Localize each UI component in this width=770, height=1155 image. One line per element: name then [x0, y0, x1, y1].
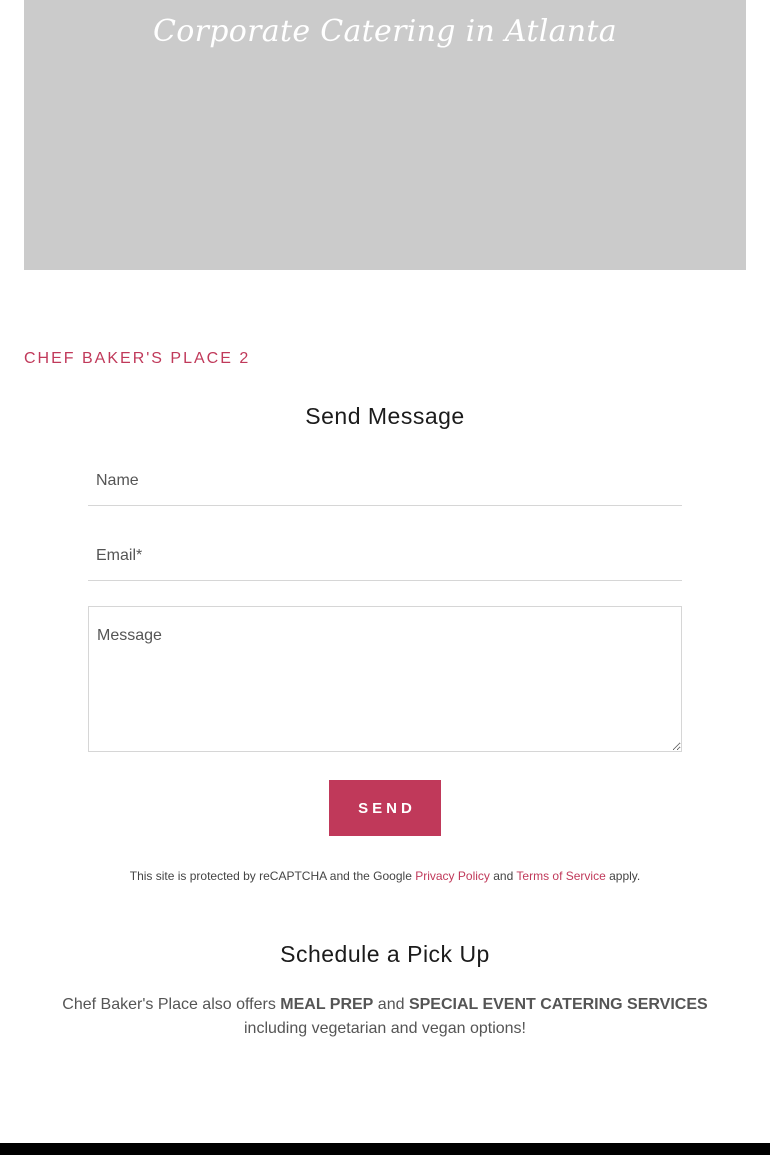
terms-of-service-link[interactable]: Terms of Service — [516, 869, 605, 883]
send-button[interactable]: SEND — [329, 780, 441, 836]
recaptcha-prefix: This site is protected by reCAPTCHA and … — [129, 869, 412, 883]
send-message-heading: Send Message — [305, 403, 465, 429]
pickup-description: Chef Baker's Place also offers MEAL PREP… — [60, 993, 710, 1041]
pickup-and: and — [377, 996, 405, 1013]
hero-title: Corporate Catering in Atlanta — [153, 14, 617, 49]
page: Corporate Catering in Atlanta CHEF BAKER… — [0, 0, 770, 1155]
name-field[interactable] — [88, 456, 682, 506]
hero-banner: Corporate Catering in Atlanta — [24, 0, 746, 270]
recaptcha-suffix: apply. — [609, 869, 641, 883]
meal-prep-text: MEAL PREP — [280, 996, 374, 1013]
email-field[interactable] — [88, 531, 682, 581]
recaptcha-and: and — [493, 869, 514, 883]
pickup-text-prefix: Chef Baker's Place also offers — [62, 996, 276, 1013]
message-field[interactable] — [88, 606, 682, 752]
business-name: CHEF BAKER'S PLACE 2 — [24, 350, 251, 367]
privacy-policy-link[interactable]: Privacy Policy — [415, 869, 490, 883]
pickup-heading: Schedule a Pick Up — [280, 941, 490, 967]
recaptcha-notice: This site is protected by reCAPTCHA and … — [0, 869, 770, 883]
pickup-text-suffix: including vegetarian and vegan options! — [244, 1020, 526, 1037]
footer-bar — [0, 1143, 770, 1155]
catering-services-text: SPECIAL EVENT CATERING SERVICES — [408, 996, 708, 1013]
